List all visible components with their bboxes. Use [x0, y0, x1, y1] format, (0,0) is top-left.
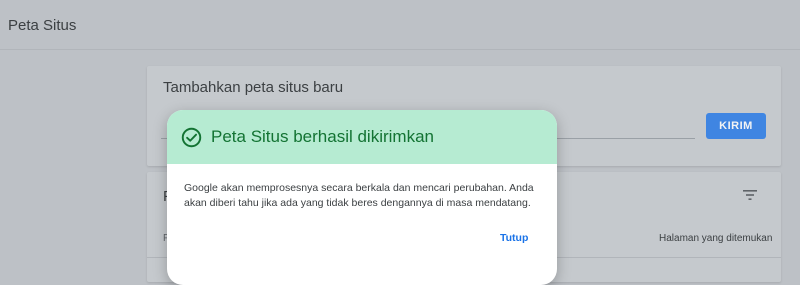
page-title: Peta Situs — [8, 17, 77, 34]
success-dialog: Peta Situs berhasil dikirimkan Google ak… — [167, 110, 557, 285]
dialog-message: Google akan memproses­nya secara berkala… — [184, 182, 534, 209]
dialog-title: Peta Situs berhasil dikirimkan — [211, 127, 434, 146]
check-circle-icon — [181, 127, 202, 148]
submit-button[interactable]: KIRIM — [706, 113, 766, 139]
filter-icon[interactable] — [741, 186, 759, 204]
close-button[interactable]: Tutup — [494, 230, 534, 246]
column-header-discovered-pages[interactable]: Halaman yang ditemukan — [659, 233, 772, 244]
dialog-header: Peta Situs berhasil dikirimkan — [167, 110, 557, 164]
add-sitemap-title: Tambahkan peta situs baru — [163, 79, 344, 96]
page-header: Peta Situs — [0, 0, 800, 50]
